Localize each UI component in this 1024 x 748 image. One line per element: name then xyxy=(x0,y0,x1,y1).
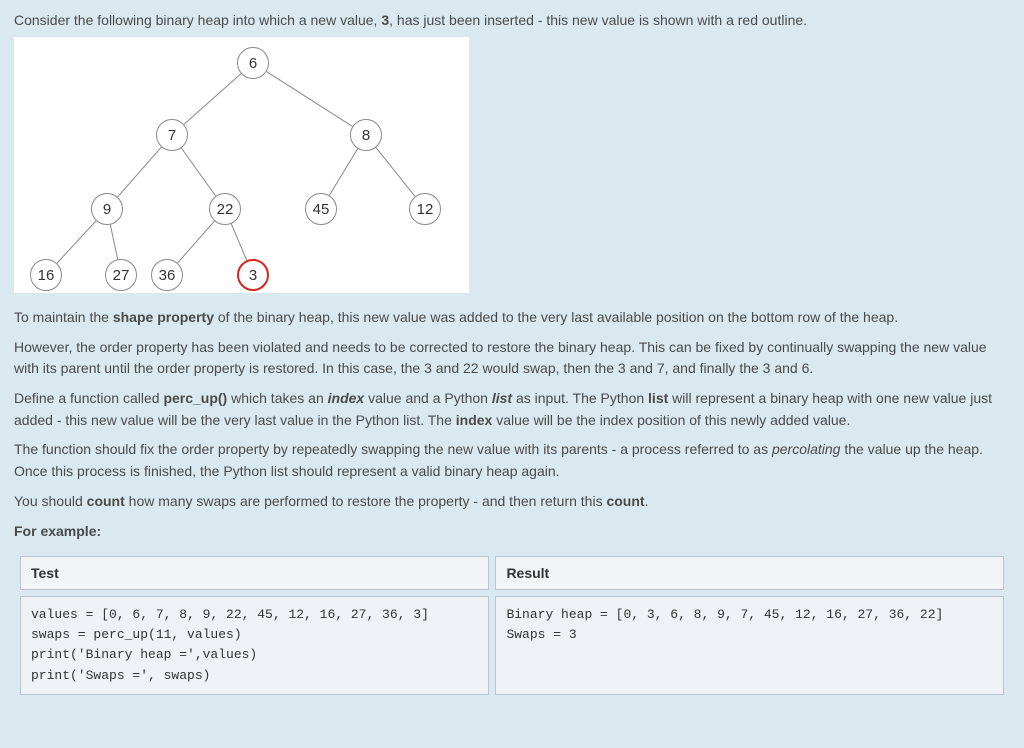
p3-c: which takes an xyxy=(227,390,327,406)
td-result: Binary heap = [0, 3, 6, 8, 9, 7, 45, 12,… xyxy=(495,596,1004,695)
p5-c: how many swaps are performed to restore … xyxy=(125,493,607,509)
heap-edge xyxy=(178,221,215,263)
result-code: Binary heap = [0, 3, 6, 8, 9, 7, 45, 12,… xyxy=(506,605,993,645)
heap-edge xyxy=(231,224,247,261)
para-count: You should count how many swaps are perf… xyxy=(14,491,1010,513)
para-percolate: The function should fix the order proper… xyxy=(14,439,1010,482)
heap-node-8: 8 xyxy=(350,119,382,151)
p3-k: value will be the index position of this… xyxy=(492,412,850,428)
heap-edge xyxy=(376,148,415,197)
p3-a: Define a function called xyxy=(14,390,163,406)
p3-j: index xyxy=(456,412,493,428)
p4-a: The function should fix the order proper… xyxy=(14,441,772,457)
intro-part-a: Consider the following binary heap into … xyxy=(14,12,381,28)
p1-c: of the binary heap, this new value was a… xyxy=(214,309,898,325)
p3-f: list xyxy=(492,390,512,406)
heap-edge xyxy=(329,149,357,196)
heap-node-45: 45 xyxy=(305,193,337,225)
heap-node-7: 7 xyxy=(156,119,188,151)
p1-b: shape property xyxy=(113,309,214,325)
heap-edge xyxy=(184,74,241,125)
th-test: Test xyxy=(20,556,489,590)
p3-g: as input. The Python xyxy=(512,390,648,406)
heap-edge xyxy=(57,221,96,263)
heap-edge xyxy=(181,148,215,196)
p5-b: count xyxy=(87,493,125,509)
for-example-bold: For example: xyxy=(14,523,101,539)
heap-edge xyxy=(110,225,117,260)
p3-b: perc_up() xyxy=(163,390,227,406)
heap-node-16: 16 xyxy=(30,259,62,291)
p5-d: count xyxy=(606,493,644,509)
heap-node-12: 12 xyxy=(409,193,441,225)
p1-a: To maintain the xyxy=(14,309,113,325)
p3-d: index xyxy=(328,390,365,406)
para-define: Define a function called perc_up() which… xyxy=(14,388,1010,431)
heap-edges-svg xyxy=(14,37,469,293)
heap-node-9: 9 xyxy=(91,193,123,225)
for-example-label: For example: xyxy=(14,521,1010,543)
heap-node-6: 6 xyxy=(237,47,269,79)
intro-text: Consider the following binary heap into … xyxy=(14,10,1010,31)
heap-edge xyxy=(266,72,352,127)
heap-node-22: 22 xyxy=(209,193,241,225)
test-code: values = [0, 6, 7, 8, 9, 22, 45, 12, 16,… xyxy=(31,605,478,686)
intro-bold: 3 xyxy=(381,12,389,28)
th-result: Result xyxy=(495,556,1004,590)
para-shape: To maintain the shape property of the bi… xyxy=(14,307,1010,329)
heap-node-27: 27 xyxy=(105,259,137,291)
heap-diagram: 6 7 8 9 22 45 12 16 27 36 3 xyxy=(14,37,469,293)
heap-node-3: 3 xyxy=(237,259,269,291)
p3-e: value and a Python xyxy=(364,390,492,406)
p3-h: list xyxy=(648,390,668,406)
td-test: values = [0, 6, 7, 8, 9, 22, 45, 12, 16,… xyxy=(20,596,489,695)
p5-a: You should xyxy=(14,493,87,509)
intro-part-c: , has just been inserted - this new valu… xyxy=(389,12,807,28)
para-order-violation: However, the order property has been vio… xyxy=(14,337,1010,380)
heap-node-36: 36 xyxy=(151,259,183,291)
question-page: Consider the following binary heap into … xyxy=(0,0,1024,711)
heap-edge xyxy=(118,147,162,197)
example-table: Test Result values = [0, 6, 7, 8, 9, 22,… xyxy=(14,550,1010,701)
p5-e: . xyxy=(645,493,649,509)
p4-b: percolating xyxy=(772,441,841,457)
